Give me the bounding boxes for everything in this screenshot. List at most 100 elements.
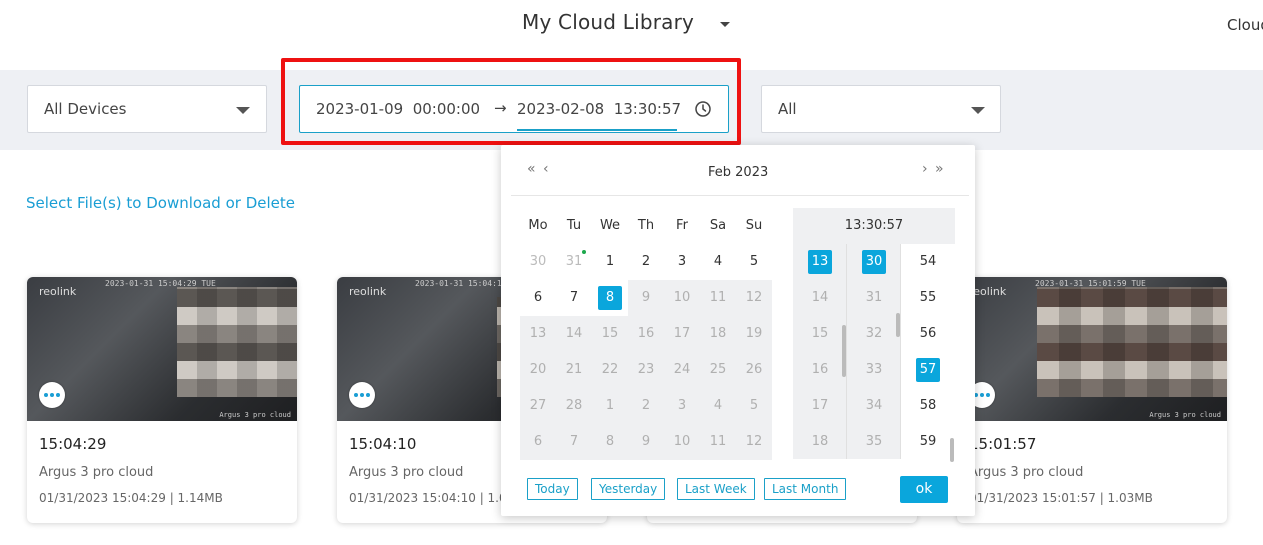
time-cell[interactable]: 15 — [793, 316, 846, 352]
calendar-day[interactable]: 7 — [556, 280, 592, 316]
calendar-day[interactable]: 21 — [556, 352, 592, 388]
calendar-day[interactable]: 2 — [628, 244, 664, 280]
calendar-day[interactable]: 17 — [664, 316, 700, 352]
calendar-day[interactable]: 18 — [700, 316, 736, 352]
time-cell[interactable]: 33 — [847, 352, 900, 388]
ok-button[interactable]: ok — [900, 476, 948, 503]
time-cell[interactable]: 16 — [793, 352, 846, 388]
calendar-day[interactable]: 7 — [556, 424, 592, 460]
calendar-day[interactable]: 6 — [520, 280, 556, 316]
calendar-day[interactable]: 30 — [520, 244, 556, 280]
chevron-down-icon[interactable] — [720, 22, 730, 27]
select-files-link[interactable]: Select File(s) to Download or Delete — [26, 194, 295, 212]
time-cell[interactable]: 34 — [847, 388, 900, 424]
library-title[interactable]: My Cloud Library — [522, 10, 694, 34]
calendar-day[interactable]: 9 — [628, 280, 664, 316]
video-thumbnail[interactable]: reolink 2023-01-31 15:04:29 TUE Argus 3 … — [27, 277, 297, 421]
clip-time: 15:04:29 — [39, 435, 107, 453]
time-cell[interactable]: 56 — [901, 316, 955, 352]
video-card[interactable]: reolink 2023-01-31 15:01:59 TUE Argus 3 … — [957, 277, 1227, 523]
calendar-day[interactable]: 4 — [700, 244, 736, 280]
weekday-label: Fr — [676, 218, 688, 233]
calendar-day[interactable]: 16 — [628, 316, 664, 352]
cloud-menu-link[interactable]: Cloud — [1227, 16, 1263, 34]
calendar-day[interactable]: 27 — [520, 388, 556, 424]
more-options-button[interactable] — [39, 382, 65, 408]
calendar-day[interactable]: 3 — [664, 244, 700, 280]
time-cell[interactable]: 58 — [901, 388, 955, 424]
hours-scrollbar[interactable] — [842, 325, 846, 377]
calendar-day[interactable]: 20 — [520, 352, 556, 388]
seconds-column[interactable]: 54 55 56 57 58 59 — [901, 244, 955, 459]
time-cell[interactable]: 18 — [793, 424, 846, 459]
calendar-day[interactable]: 31 — [556, 244, 592, 280]
calendar-day[interactable]: 1 — [592, 244, 628, 280]
quick-last-month-button[interactable]: Last Month — [764, 478, 847, 500]
quick-yesterday-button[interactable]: Yesterday — [591, 478, 666, 500]
time-cell[interactable]: 35 — [847, 424, 900, 459]
calendar-day[interactable]: 8 — [592, 424, 628, 460]
calendar-day[interactable]: 19 — [736, 316, 772, 352]
prev-year-icon[interactable]: « — [527, 161, 536, 177]
time-cell-value: 16 — [811, 362, 829, 377]
calendar-day-number: 8 — [598, 286, 622, 310]
quick-today-button[interactable]: Today — [527, 478, 578, 500]
calendar-day[interactable]: 22 — [592, 352, 628, 388]
calendar-day[interactable]: 9 — [628, 424, 664, 460]
calendar-day[interactable]: 13 — [520, 316, 556, 352]
picker-month-label[interactable]: Feb 2023 — [708, 165, 768, 180]
video-timestamp-overlay: 2023-01-31 15:04:29 TUE — [105, 279, 216, 288]
calendar-day[interactable]: 5 — [736, 388, 772, 424]
calendar-day[interactable]: 5 — [736, 244, 772, 280]
range-start-input[interactable]: 2023-01-09 00:00:00 — [316, 100, 480, 118]
time-cell[interactable]: 54 — [901, 244, 955, 280]
calendar-day[interactable]: 1 — [592, 388, 628, 424]
time-cell[interactable]: 55 — [901, 280, 955, 316]
calendar-day[interactable]: 28 — [556, 388, 592, 424]
time-cell[interactable]: 59 — [901, 424, 955, 459]
time-cell[interactable]: 31 — [847, 280, 900, 316]
calendar-day[interactable]: 3 — [664, 388, 700, 424]
video-thumbnail[interactable]: reolink 2023-01-31 15:01:59 TUE Argus 3 … — [957, 277, 1227, 421]
calendar-day[interactable]: 15 — [592, 316, 628, 352]
time-cell[interactable]: 17 — [793, 388, 846, 424]
calendar-day[interactable]: 12 — [736, 280, 772, 316]
calendar-day[interactable]: 2 — [628, 388, 664, 424]
calendar-day[interactable]: 11 — [700, 424, 736, 460]
video-card[interactable]: reolink 2023-01-31 15:04:29 TUE Argus 3 … — [27, 277, 297, 523]
calendar-day[interactable]: 25 — [700, 352, 736, 388]
calendar-day[interactable]: 23 — [628, 352, 664, 388]
calendar-day-number: 17 — [673, 326, 691, 341]
video-timestamp-overlay: 2023-01-31 15:01:59 TUE — [1035, 279, 1146, 288]
calendar-day[interactable]: 10 — [664, 280, 700, 316]
hours-column[interactable]: 13 14 15 16 17 18 — [793, 244, 847, 459]
calendar-day[interactable]: 14 — [556, 316, 592, 352]
more-options-button[interactable] — [349, 382, 375, 408]
calendar-day[interactable]: 4 — [700, 388, 736, 424]
calendar-day[interactable]: 12 — [736, 424, 772, 460]
next-month-icon[interactable]: › — [922, 161, 928, 177]
time-cell[interactable]: 14 — [793, 280, 846, 316]
prev-month-icon[interactable]: ‹ — [543, 161, 549, 177]
minutes-column[interactable]: 30 31 32 33 34 35 — [847, 244, 901, 459]
minutes-scrollbar[interactable] — [896, 313, 900, 337]
calendar-day[interactable]: 6 — [520, 424, 556, 460]
next-year-icon[interactable]: » — [935, 161, 944, 177]
calendar-day[interactable]: 8 — [592, 280, 628, 316]
calendar-day-number: 24 — [673, 362, 691, 377]
quick-last-week-button[interactable]: Last Week — [677, 478, 755, 500]
date-range-input[interactable]: 2023-01-09 00:00:00 → 2023-02-08 13:30:5… — [299, 85, 729, 133]
seconds-scrollbar[interactable] — [950, 438, 954, 462]
clock-icon[interactable] — [694, 100, 712, 118]
type-select[interactable]: All — [761, 85, 1001, 133]
time-cell[interactable]: 13 — [793, 244, 846, 280]
device-select[interactable]: All Devices — [27, 85, 267, 133]
time-cell[interactable]: 32 — [847, 316, 900, 352]
calendar-day[interactable]: 11 — [700, 280, 736, 316]
time-cell[interactable]: 57 — [901, 352, 955, 388]
time-cell[interactable]: 30 — [847, 244, 900, 280]
calendar-day[interactable]: 24 — [664, 352, 700, 388]
range-end-input[interactable]: 2023-02-08 13:30:57 — [517, 100, 681, 118]
calendar-day[interactable]: 26 — [736, 352, 772, 388]
calendar-day[interactable]: 10 — [664, 424, 700, 460]
